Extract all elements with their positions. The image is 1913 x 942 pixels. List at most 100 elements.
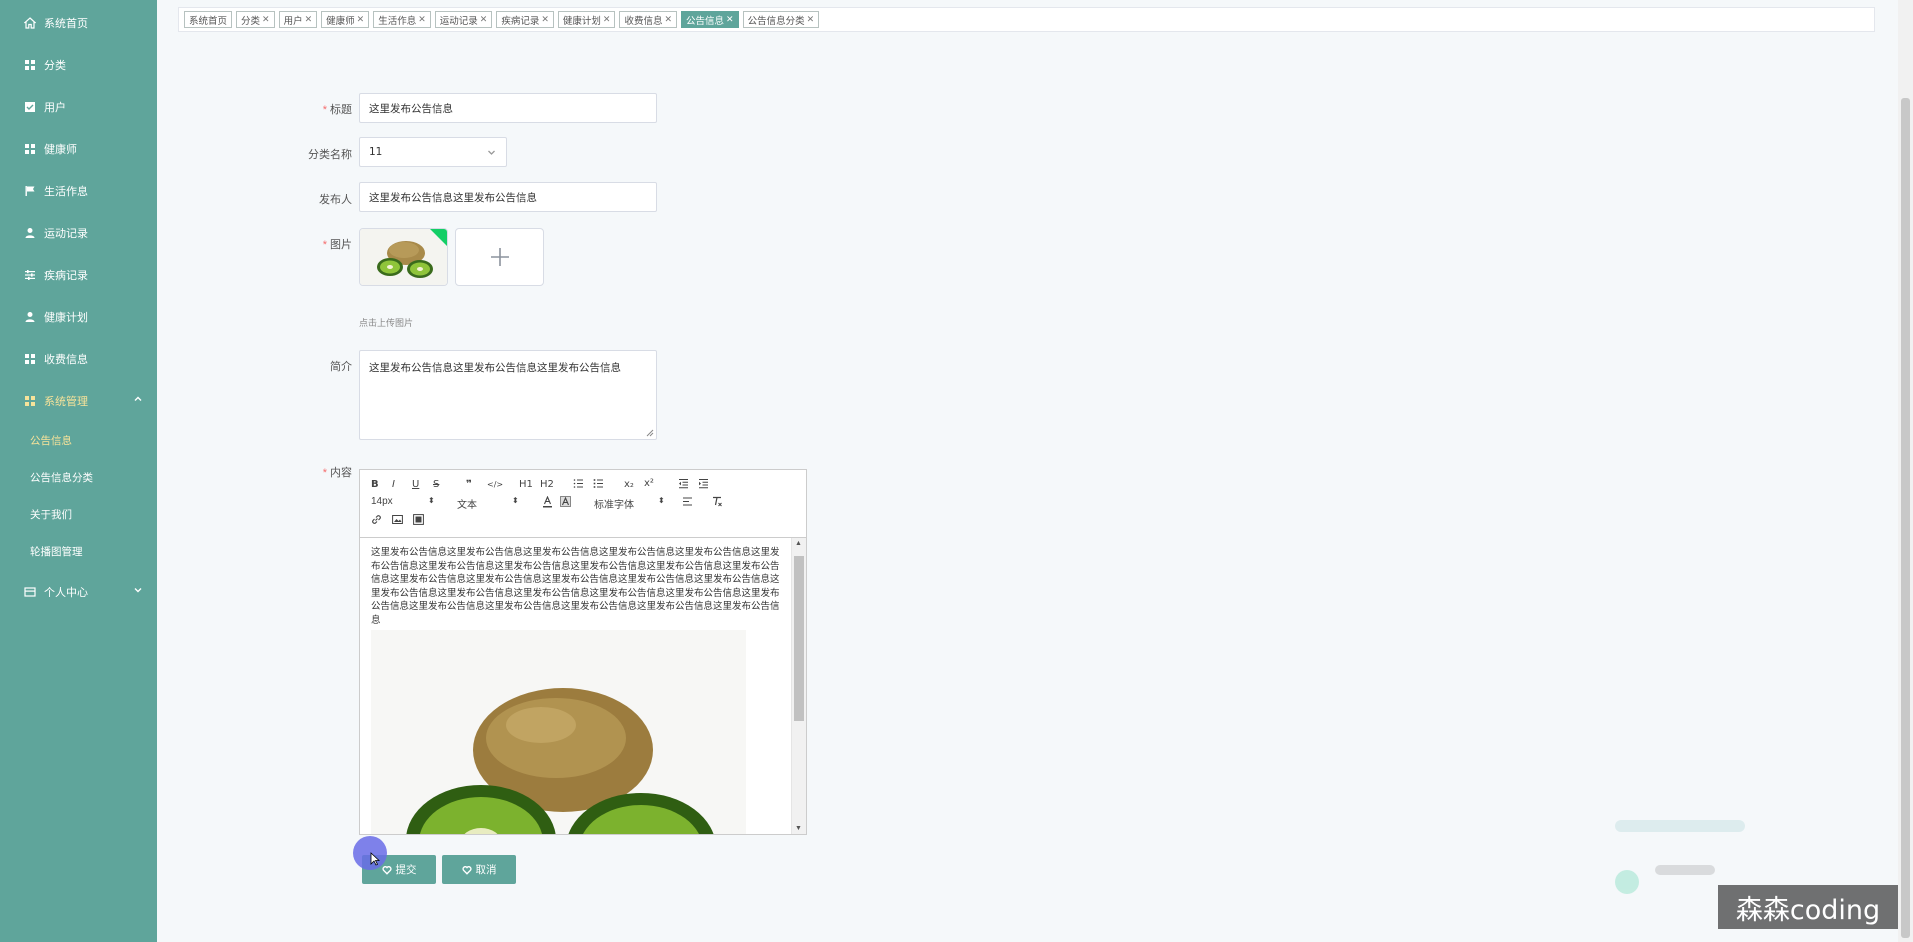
- sidebar-item-fees[interactable]: 收费信息: [0, 339, 157, 379]
- underline-button[interactable]: U: [412, 479, 419, 491]
- uploaded-image-thumbnail[interactable]: [359, 228, 448, 286]
- close-icon[interactable]: ✕: [664, 14, 672, 25]
- intro-text: 这里发布公告信息这里发布公告信息这里发布公告信息: [369, 362, 621, 374]
- image-label: * 图片: [232, 236, 352, 252]
- sidebar-item-exercise[interactable]: 运动记录: [0, 213, 157, 253]
- font-family-select[interactable]: 标准字体 ⬍: [594, 496, 665, 511]
- subscript-button[interactable]: x₂: [624, 479, 634, 491]
- close-icon[interactable]: ✕: [418, 14, 426, 25]
- content-label-text: 内容: [330, 467, 352, 479]
- close-icon[interactable]: ✕: [726, 14, 734, 25]
- watermark: 森森coding: [1718, 885, 1898, 929]
- tab-user[interactable]: 用户 ✕: [278, 11, 318, 28]
- h1-button[interactable]: H1: [519, 479, 533, 491]
- title-input[interactable]: 这里发布公告信息: [359, 93, 657, 123]
- tab-health-coach[interactable]: 健康师 ✕: [321, 11, 370, 28]
- tab-label: 公告信息分类: [747, 15, 805, 27]
- tab-fees[interactable]: 收费信息 ✕: [619, 11, 678, 28]
- faded-bar: [1615, 820, 1745, 832]
- sidebar-item-health-plan[interactable]: 健康计划: [0, 297, 157, 337]
- scroll-up-arrow-icon[interactable]: ▲: [795, 540, 802, 547]
- close-icon[interactable]: ✕: [807, 14, 815, 25]
- category-select[interactable]: 11: [359, 137, 507, 167]
- strike-button[interactable]: S: [433, 479, 439, 491]
- outdent-button[interactable]: [678, 478, 689, 493]
- sidebar-item-label: 系统首页: [44, 18, 88, 30]
- tab-home[interactable]: 系统首页: [184, 11, 233, 28]
- updown-icon: ⬍: [428, 496, 435, 505]
- clear-format-button[interactable]: [712, 496, 723, 511]
- publisher-input[interactable]: 这里发布公告信息这里发布公告信息: [359, 182, 657, 212]
- close-icon[interactable]: ✕: [541, 14, 549, 25]
- tab-health-plan[interactable]: 健康计划 ✕: [557, 11, 616, 28]
- tab-label: 运动记录: [439, 15, 478, 27]
- tab-announcement-categories[interactable]: 公告信息分类 ✕: [742, 11, 820, 28]
- category-select-value: 11: [369, 146, 383, 158]
- blockquote-button[interactable]: ❞: [466, 479, 472, 491]
- submenu-item-about-us[interactable]: 关于我们: [0, 497, 157, 531]
- user-icon: [24, 311, 36, 323]
- ordered-list-button[interactable]: [573, 478, 584, 493]
- sidebar-item-disease[interactable]: 疾病记录: [0, 255, 157, 295]
- editor-embedded-image[interactable]: [371, 630, 746, 834]
- updown-icon: ⬍: [512, 496, 519, 505]
- sidebar-item-routine[interactable]: 生活作息: [0, 171, 157, 211]
- bold-button[interactable]: B: [371, 479, 379, 491]
- close-icon[interactable]: ✕: [357, 14, 365, 25]
- sidebar-item-user[interactable]: 用户: [0, 87, 157, 127]
- editor-scrollbar[interactable]: ▲ ▼: [791, 538, 806, 834]
- close-icon[interactable]: ✕: [480, 14, 488, 25]
- editor-content-text: 这里发布公告信息这里发布公告信息这里发布公告信息这里发布公告信息这里发布公告信息…: [371, 547, 780, 626]
- indent-icon: [699, 479, 708, 489]
- page-scrollbar-thumb[interactable]: [1901, 98, 1910, 938]
- sidebar-item-personal-center[interactable]: 个人中心: [0, 572, 157, 612]
- close-icon[interactable]: ✕: [305, 14, 313, 25]
- card-icon: [24, 586, 36, 598]
- submenu-item-announcement-categories[interactable]: 公告信息分类: [0, 460, 157, 494]
- text-style-select[interactable]: 文本 ⬍: [457, 496, 519, 511]
- image-insert-button[interactable]: [392, 514, 403, 529]
- scroll-down-arrow-icon[interactable]: ▼: [795, 825, 802, 832]
- editor-content[interactable]: 这里发布公告信息这里发布公告信息这里发布公告信息这里发布公告信息这里发布公告信息…: [360, 538, 790, 834]
- chevron-down-icon: [487, 148, 496, 157]
- tab-announcements[interactable]: 公告信息 ✕: [681, 11, 739, 28]
- tab-exercise[interactable]: 运动记录 ✕: [434, 11, 493, 28]
- tab-routine[interactable]: 生活作息 ✕: [373, 11, 431, 28]
- font-color-button[interactable]: [542, 495, 553, 512]
- h2-button[interactable]: H2: [540, 479, 554, 491]
- indent-button[interactable]: [698, 478, 709, 493]
- align-button[interactable]: [682, 496, 693, 511]
- tab-disease[interactable]: 疾病记录 ✕: [496, 11, 554, 28]
- background-color-button[interactable]: [560, 496, 571, 512]
- image-upload-button[interactable]: [455, 228, 544, 286]
- intro-textarea[interactable]: 这里发布公告信息这里发布公告信息这里发布公告信息: [359, 350, 657, 440]
- page-scrollbar[interactable]: [1898, 0, 1913, 942]
- resize-handle-icon[interactable]: [646, 429, 654, 437]
- close-icon[interactable]: ✕: [603, 14, 611, 25]
- bullet-list-button[interactable]: [593, 478, 604, 493]
- video-insert-button[interactable]: [413, 514, 424, 529]
- sidebar-item-health-coach[interactable]: 健康师: [0, 129, 157, 169]
- sidebar-item-category[interactable]: 分类: [0, 45, 157, 85]
- close-icon[interactable]: ✕: [262, 14, 270, 25]
- checkbox-icon: [24, 101, 36, 113]
- rich-text-editor: B I U S ❞ </> H1 H2 x₂ x² 14px ⬍ 文本 ⬍ 标准字体…: [359, 469, 807, 835]
- cancel-button[interactable]: 取消: [442, 855, 516, 884]
- sidebar-item-system-management[interactable]: 系统管理: [0, 381, 157, 421]
- editor-scrollbar-thumb[interactable]: [794, 556, 804, 721]
- sidebar-item-label: 收费信息: [44, 354, 88, 366]
- italic-button[interactable]: I: [392, 479, 395, 491]
- tab-category[interactable]: 分类 ✕: [236, 11, 275, 28]
- tab-label: 用户: [283, 15, 303, 27]
- code-block-button[interactable]: </>: [487, 479, 503, 491]
- ordered-list-icon: [573, 479, 583, 488]
- sidebar-item-home[interactable]: 系统首页: [0, 3, 157, 43]
- font-size-value: 14px: [371, 496, 393, 507]
- content-label: * 内容: [232, 464, 352, 480]
- link-button[interactable]: [371, 514, 382, 529]
- font-size-select[interactable]: 14px ⬍: [371, 496, 435, 507]
- submenu-item-carousel[interactable]: 轮播图管理: [0, 534, 157, 568]
- submenu-item-announcements[interactable]: 公告信息: [0, 423, 157, 457]
- grid-icon: [24, 395, 36, 407]
- superscript-button[interactable]: x²: [644, 478, 654, 490]
